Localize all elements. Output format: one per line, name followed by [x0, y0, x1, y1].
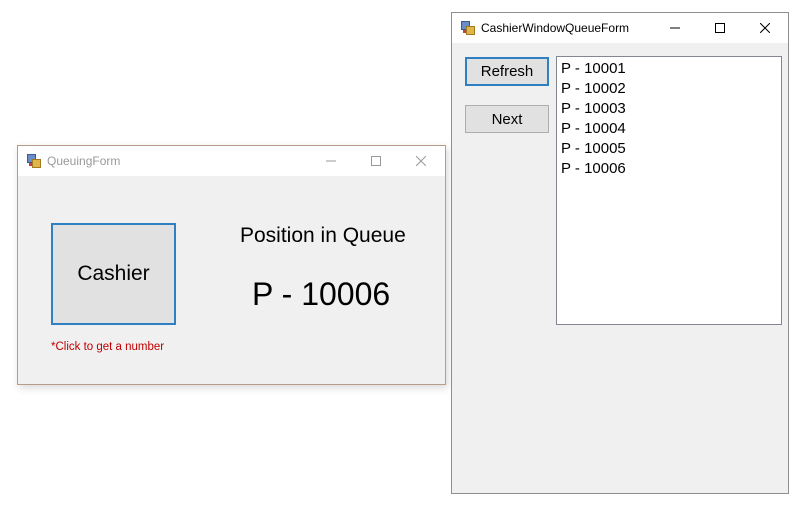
position-value: P - 10006 — [252, 276, 391, 312]
cashier-button[interactable]: Cashier — [51, 223, 176, 325]
queue-listbox[interactable]: P - 10001 P - 10002 P - 10003 P - 10004 … — [556, 56, 782, 325]
queuing-form-titlebar[interactable]: QueuingForm — [18, 146, 445, 176]
maximize-button[interactable] — [353, 146, 398, 176]
cashier-window: CashierWindowQueueForm Refresh Next P - … — [451, 12, 789, 494]
close-icon — [415, 156, 426, 166]
queuing-form-window: QueuingForm Cashier Position in Queue P … — [17, 145, 446, 385]
minimize-icon — [325, 160, 336, 162]
list-item[interactable]: P - 10002 — [561, 79, 777, 99]
close-button[interactable] — [398, 146, 443, 176]
list-item[interactable]: P - 10004 — [561, 119, 777, 139]
app-icon — [27, 154, 41, 168]
list-item[interactable]: P - 10001 — [561, 59, 777, 79]
window-title: CashierWindowQueueForm — [481, 21, 630, 35]
minimize-button[interactable] — [652, 13, 697, 43]
list-item[interactable]: P - 10003 — [561, 99, 777, 119]
maximize-icon — [714, 23, 725, 33]
position-label: Position in Queue — [240, 224, 406, 247]
close-icon — [759, 23, 770, 33]
app-icon — [461, 21, 475, 35]
maximize-icon — [370, 156, 381, 166]
list-item[interactable]: P - 10006 — [561, 159, 777, 179]
refresh-button[interactable]: Refresh — [465, 57, 549, 86]
minimize-icon — [669, 27, 680, 29]
maximize-button[interactable] — [697, 13, 742, 43]
hint-text: *Click to get a number — [51, 341, 165, 353]
list-item[interactable]: P - 10005 — [561, 139, 777, 159]
next-button[interactable]: Next — [465, 105, 549, 133]
window-title: QueuingForm — [47, 154, 121, 168]
minimize-button[interactable] — [308, 146, 353, 176]
close-button[interactable] — [742, 13, 787, 43]
cashier-window-titlebar[interactable]: CashierWindowQueueForm — [452, 13, 788, 43]
